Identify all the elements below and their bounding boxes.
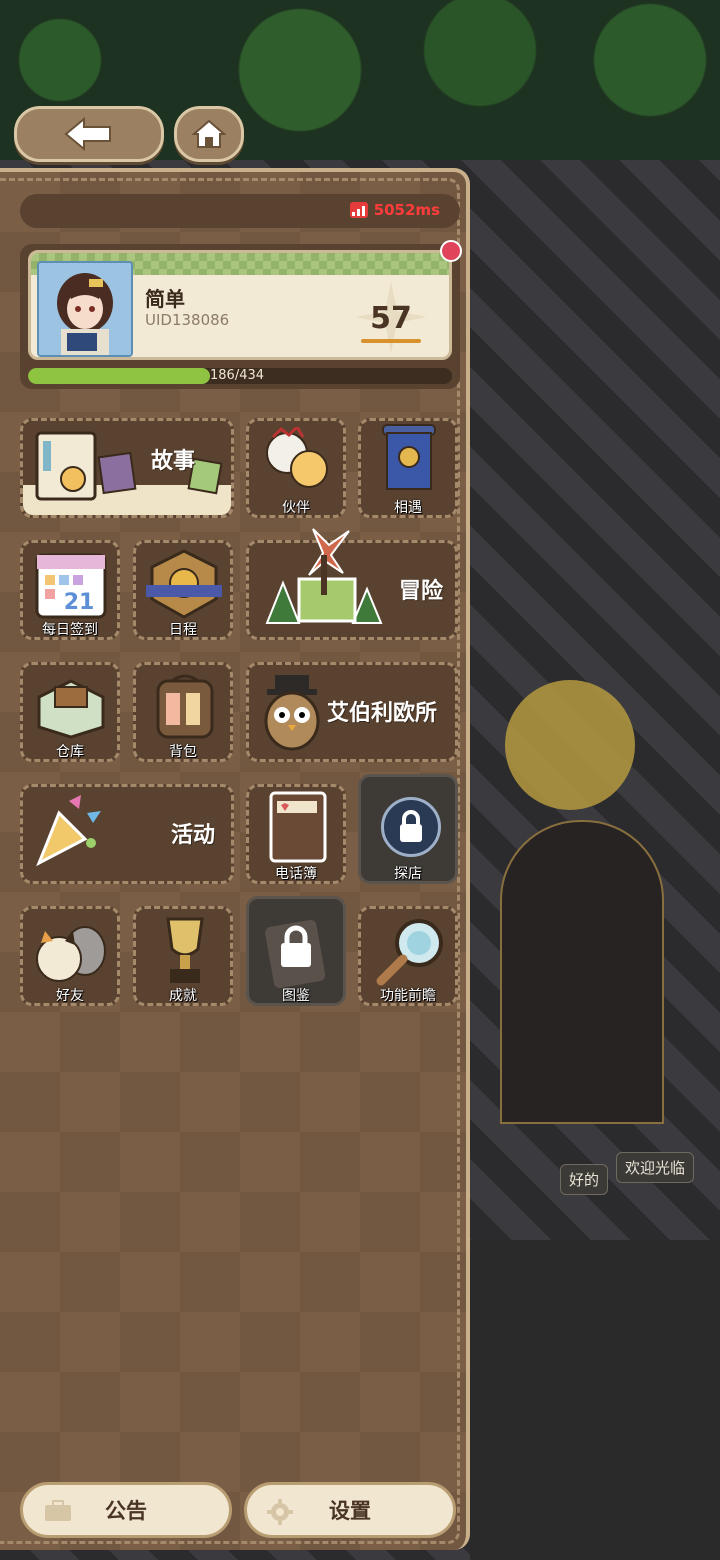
ping-indicator: 5052ms (349, 201, 440, 219)
party-popper-icon (36, 795, 101, 867)
home-icon (192, 119, 226, 148)
backpack-label: 背包 (169, 744, 197, 760)
network-status-bar: 5052ms (20, 194, 460, 228)
adventure-button[interactable]: 冒险 (246, 528, 458, 640)
briefcase-icon (45, 1500, 71, 1521)
schedule-button[interactable]: 日程 (133, 540, 233, 640)
player-uid: UID138086 (145, 311, 230, 329)
trophy-icon (166, 917, 204, 983)
magnifying-glass-icon (376, 919, 443, 986)
backpack-button[interactable]: 背包 (133, 662, 233, 762)
partner-characters-icon (266, 427, 328, 488)
level-underline (361, 339, 421, 343)
encounter-button[interactable]: 相遇 (358, 418, 458, 518)
achievements-label: 成就 (169, 988, 197, 1004)
profile-card[interactable]: 简单 UID138086 57 (28, 250, 452, 360)
partner-label: 伙伴 (282, 500, 310, 516)
feature-preview-label: 功能前瞻 (380, 988, 436, 1004)
calendar-icon: 21 (35, 553, 107, 619)
explore-lock (381, 797, 441, 857)
ping-value: 5052ms (373, 201, 440, 219)
crate-box-icon (37, 679, 105, 739)
settings-label: 设置 (329, 1499, 371, 1523)
main-menu-panel: 5052ms 简单 UID138086 57 186/434 故事 伙伴 相遇 … (0, 168, 470, 1550)
church-building (500, 820, 664, 1124)
schedule-label: 日程 (169, 622, 197, 638)
purple-card-icon (97, 451, 137, 495)
calendar-date: 21 (64, 590, 95, 615)
gear-icon (267, 1499, 293, 1525)
activity-label: 活动 (171, 823, 216, 848)
badge-emblem-icon (146, 549, 222, 619)
cats-icon (36, 926, 106, 982)
explore-label: 探店 (394, 866, 422, 882)
warehouse-label: 仓库 (56, 744, 84, 760)
daily-signin-label: 每日签到 (42, 622, 98, 638)
friends-label: 好友 (56, 988, 84, 1004)
phonebook-button[interactable]: 电话簿 (246, 784, 346, 884)
lock-icon (381, 797, 441, 857)
address-book-icon (269, 791, 327, 863)
moon-decoration (505, 680, 635, 810)
partner-button[interactable]: 伙伴 (246, 418, 346, 518)
notification-dot (440, 240, 462, 262)
encyclopedia-lock-icon (265, 919, 326, 989)
player-profile[interactable]: 简单 UID138086 57 186/434 (20, 240, 462, 389)
story-label: 故事 (151, 449, 196, 474)
xp-progress-fill (28, 368, 210, 384)
feature-preview-button[interactable]: 功能前瞻 (358, 906, 458, 1006)
speech-bubble-welcome: 欢迎光临 (616, 1152, 695, 1183)
activity-button[interactable]: 活动 (20, 784, 234, 884)
back-arrow-icon (64, 117, 111, 151)
home-button[interactable] (174, 106, 244, 162)
owl-office-button[interactable]: 艾伯利欧所 (246, 662, 458, 762)
player-level: 57 (370, 301, 412, 336)
achievements-button[interactable]: 成就 (133, 906, 233, 1006)
windmill-landscape-icon (265, 528, 383, 624)
adventure-label: 冒险 (399, 579, 444, 604)
backpack-icon (156, 674, 214, 739)
girl-portrait-icon (39, 263, 131, 355)
notice-label: 公告 (105, 1499, 147, 1523)
notice-button[interactable]: 公告 (20, 1482, 232, 1538)
scroll-banner-icon (382, 424, 436, 490)
warehouse-button[interactable]: 仓库 (20, 662, 120, 762)
owl-detective-icon (264, 675, 320, 751)
story-button[interactable]: 故事 (20, 418, 234, 518)
book-cat-icon (35, 431, 97, 501)
settings-button[interactable]: 设置 (244, 1482, 456, 1538)
explore-button-locked[interactable]: 探店 (358, 774, 458, 884)
player-name: 简单 (145, 287, 185, 311)
owl-office-label: 艾伯利欧所 (327, 701, 438, 726)
daily-signin-button[interactable]: 21 每日签到 (20, 540, 120, 640)
friends-button[interactable]: 好友 (20, 906, 120, 1006)
back-button[interactable] (14, 106, 164, 162)
encyclopedia-button-locked[interactable]: 图鉴 (246, 896, 346, 1006)
signal-icon (349, 202, 368, 218)
avatar[interactable] (37, 261, 133, 357)
speech-bubble-ok: 好的 (560, 1164, 609, 1195)
phonebook-label: 电话簿 (275, 866, 317, 882)
encounter-label: 相遇 (394, 500, 422, 516)
xp-text: 186/434 (210, 368, 265, 383)
street-floor (470, 1240, 720, 1560)
encyclopedia-label: 图鉴 (282, 988, 310, 1004)
